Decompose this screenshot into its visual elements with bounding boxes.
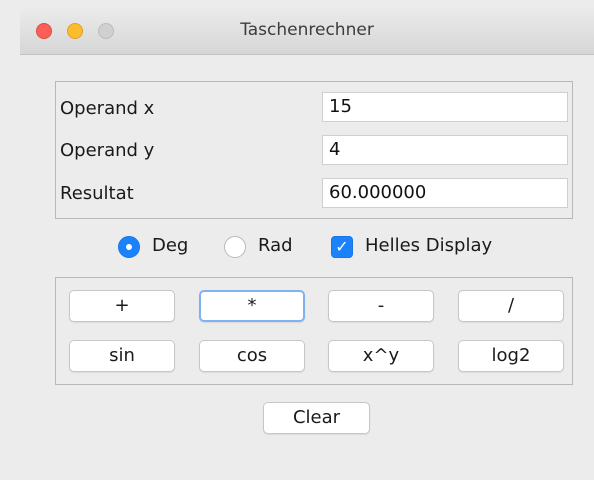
multiply-button[interactable]: * xyxy=(199,290,305,322)
calculator-window: Taschenrechner Operand x 15 Operand y 4 … xyxy=(0,0,594,480)
deg-radio[interactable] xyxy=(118,236,140,258)
operand-x-field[interactable]: 15 xyxy=(322,92,568,122)
operation-button-panel: + * - / sin cos x^y log2 xyxy=(55,277,573,385)
result-field[interactable]: 60.000000 xyxy=(322,178,568,208)
mode-options: Deg Rad ✓ Helles Display xyxy=(20,231,594,265)
title-bar[interactable]: Taschenrechner xyxy=(20,8,594,55)
power-button[interactable]: x^y xyxy=(328,340,434,372)
rad-radio[interactable] xyxy=(224,236,246,258)
log2-button[interactable]: log2 xyxy=(458,340,564,372)
divide-button[interactable]: / xyxy=(458,290,564,322)
deg-label[interactable]: Deg xyxy=(152,235,188,256)
window-title: Taschenrechner xyxy=(240,20,374,40)
operand-panel: Operand x 15 Operand y 4 Resultat 60.000… xyxy=(55,81,573,219)
result-label: Resultat xyxy=(60,183,134,204)
add-button[interactable]: + xyxy=(69,290,175,322)
bright-display-checkbox[interactable]: ✓ xyxy=(331,236,353,258)
calculator-content: Operand x 15 Operand y 4 Resultat 60.000… xyxy=(20,55,594,480)
operand-y-label: Operand y xyxy=(60,140,155,161)
subtract-button[interactable]: - xyxy=(328,290,434,322)
bright-display-label[interactable]: Helles Display xyxy=(365,235,492,256)
rad-label[interactable]: Rad xyxy=(258,235,293,256)
operand-x-label: Operand x xyxy=(60,98,155,119)
sin-button[interactable]: sin xyxy=(69,340,175,372)
operand-y-field[interactable]: 4 xyxy=(322,135,568,165)
cos-button[interactable]: cos xyxy=(199,340,305,372)
clear-button[interactable]: Clear xyxy=(263,402,370,434)
